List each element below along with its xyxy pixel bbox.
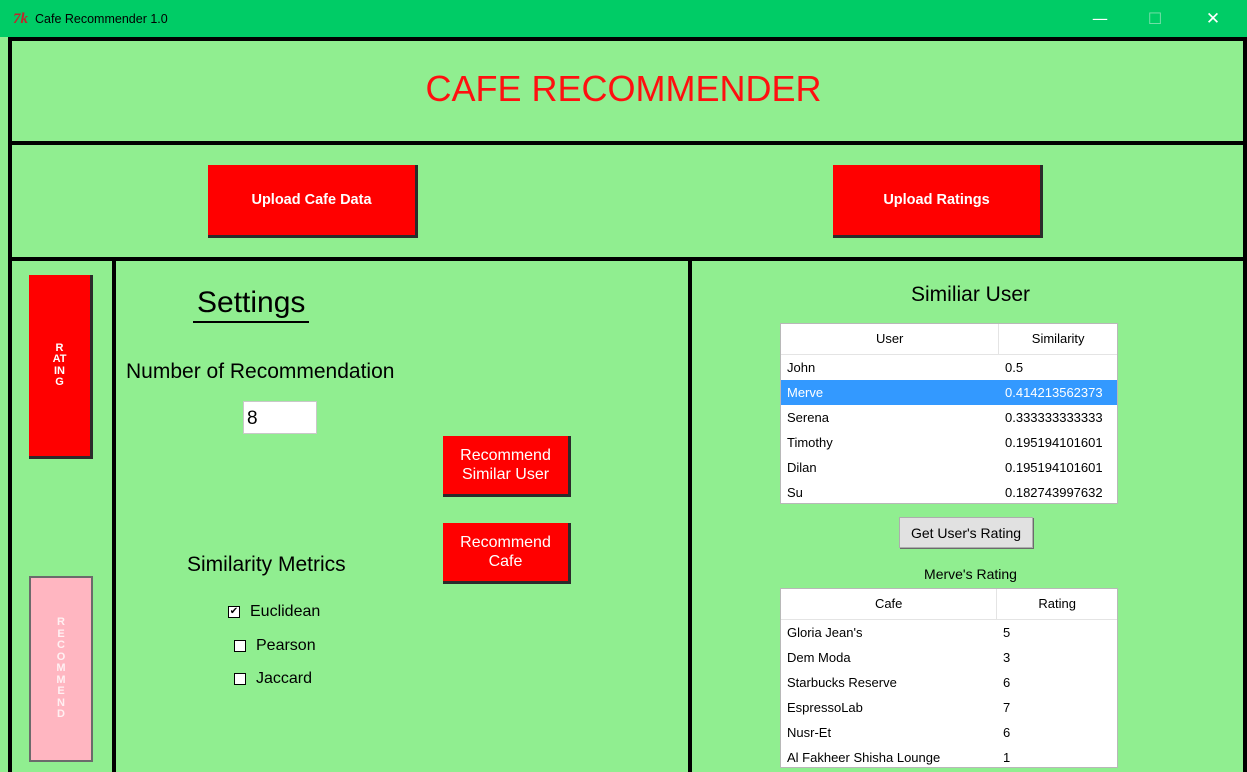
table-row[interactable]: Serena 0.333333333333 bbox=[781, 405, 1117, 430]
checkbox-label: Euclidean bbox=[250, 603, 321, 620]
recommend-similar-user-button[interactable]: Recommend Similar User bbox=[443, 436, 571, 497]
cell-similarity: 0.195194101601 bbox=[1005, 435, 1103, 450]
cell-cafe: Gloria Jean's bbox=[787, 625, 863, 640]
table-header: Cafe Rating bbox=[781, 589, 1117, 620]
cell-user: Serena bbox=[787, 410, 829, 425]
cell-cafe: Nusr-Et bbox=[787, 725, 832, 740]
cell-similarity: 0.5 bbox=[1005, 360, 1024, 375]
cell-rating: 5 bbox=[1003, 625, 1011, 640]
cell-user: Su bbox=[787, 485, 803, 500]
cell-rating: 6 bbox=[1003, 725, 1011, 740]
frame-border-right bbox=[1243, 37, 1247, 772]
similar-user-title: Similiar User bbox=[910, 283, 1030, 306]
cell-similarity: 0.414213562373 bbox=[1005, 385, 1103, 400]
similar-user-table[interactable]: User Similarity John 0.5 Merve 0.4142135… bbox=[780, 323, 1118, 504]
tab-recommend-label: RECOMMEND bbox=[56, 616, 66, 721]
panel-divider bbox=[688, 257, 692, 772]
cell-rating: 1 bbox=[1003, 750, 1011, 765]
upload-ratings-button[interactable]: Upload Ratings bbox=[833, 165, 1043, 238]
table-row[interactable]: Timothy 0.195194101601 bbox=[781, 430, 1117, 455]
tk-feather-icon: 7k bbox=[13, 11, 28, 27]
window-title: Cafe Recommender 1.0 bbox=[35, 12, 168, 26]
user-rating-title: Merve's Rating bbox=[924, 566, 1017, 582]
pearson-checkbox[interactable]: Pearson bbox=[234, 637, 316, 655]
column-header-user[interactable]: User bbox=[781, 324, 998, 354]
recommend-cafe-button[interactable]: Recommend Cafe bbox=[443, 523, 571, 584]
checkbox-box[interactable] bbox=[234, 673, 246, 685]
cell-similarity: 0.333333333333 bbox=[1005, 410, 1103, 425]
checkbox-label: Jaccard bbox=[256, 670, 313, 687]
table-header: User Similarity bbox=[781, 324, 1117, 355]
num-recommendation-label: Number of Recommendation bbox=[126, 360, 395, 383]
app-title: CAFE RECOMMENDER bbox=[425, 68, 822, 109]
cell-rating: 7 bbox=[1003, 700, 1011, 715]
maximize-button[interactable]: ☐ bbox=[1132, 0, 1178, 37]
table-row-selected[interactable]: Merve 0.414213562373 bbox=[781, 380, 1117, 405]
cell-rating: 3 bbox=[1003, 650, 1011, 665]
jaccard-checkbox[interactable]: Jaccard bbox=[234, 670, 312, 688]
settings-title: Settings bbox=[193, 285, 310, 323]
cell-user: John bbox=[787, 360, 816, 375]
column-header-cafe[interactable]: Cafe bbox=[781, 589, 996, 619]
table-row[interactable]: John 0.5 bbox=[781, 355, 1117, 380]
table-row[interactable]: Al Fakheer Shisha Lounge 1 bbox=[781, 745, 1117, 770]
column-header-rating[interactable]: Rating bbox=[996, 589, 1117, 619]
toolbar-divider bbox=[8, 257, 1247, 261]
frame-border-top bbox=[8, 37, 1247, 41]
table-row[interactable]: EspressoLab 7 bbox=[781, 695, 1117, 720]
upload-cafe-data-button[interactable]: Upload Cafe Data bbox=[208, 165, 418, 238]
table-row[interactable]: Nusr-Et 6 bbox=[781, 720, 1117, 745]
header-divider bbox=[8, 141, 1247, 145]
frame-border-left bbox=[8, 37, 12, 772]
sidebar-divider bbox=[112, 257, 116, 772]
cell-user: Timothy bbox=[787, 435, 833, 450]
cell-cafe: EspressoLab bbox=[787, 700, 863, 715]
close-button[interactable]: ✕ bbox=[1190, 0, 1236, 37]
cell-cafe: Starbucks Reserve bbox=[787, 675, 897, 690]
window-titlebar bbox=[0, 0, 1247, 37]
tab-rating-label: RATING bbox=[52, 341, 67, 388]
euclidean-checkbox[interactable]: ✔ Euclidean bbox=[228, 603, 320, 621]
checkbox-box[interactable] bbox=[234, 640, 246, 652]
table-row[interactable]: Su 0.182743997632 bbox=[781, 480, 1117, 505]
column-header-similarity[interactable]: Similarity bbox=[998, 324, 1117, 354]
table-row[interactable]: Dem Moda 3 bbox=[781, 645, 1117, 670]
table-row[interactable]: Dilan 0.195194101601 bbox=[781, 455, 1117, 480]
cell-user: Merve bbox=[787, 385, 824, 400]
tab-rating[interactable]: RATING bbox=[29, 275, 93, 459]
cell-similarity: 0.195194101601 bbox=[1005, 460, 1103, 475]
cell-rating: 6 bbox=[1003, 675, 1011, 690]
similarity-metrics-label: Similarity Metrics bbox=[187, 553, 346, 576]
table-row[interactable]: Starbucks Reserve 6 bbox=[781, 670, 1117, 695]
cell-cafe: Al Fakheer Shisha Lounge bbox=[787, 750, 941, 765]
checkbox-label: Pearson bbox=[256, 637, 316, 654]
cell-similarity: 0.182743997632 bbox=[1005, 485, 1103, 500]
get-users-rating-button[interactable]: Get User's Rating bbox=[899, 517, 1033, 548]
cell-user: Dilan bbox=[787, 460, 817, 475]
user-rating-table[interactable]: Cafe Rating Gloria Jean's 5 Dem Moda 3 S… bbox=[780, 588, 1118, 768]
minimize-button[interactable]: — bbox=[1077, 0, 1123, 37]
cell-cafe: Dem Moda bbox=[787, 650, 851, 665]
tab-recommend[interactable]: RECOMMEND bbox=[29, 576, 93, 762]
checkbox-box[interactable]: ✔ bbox=[228, 606, 240, 618]
num-recommendation-input[interactable]: 8 bbox=[243, 401, 317, 434]
table-row[interactable]: Gloria Jean's 5 bbox=[781, 620, 1117, 645]
